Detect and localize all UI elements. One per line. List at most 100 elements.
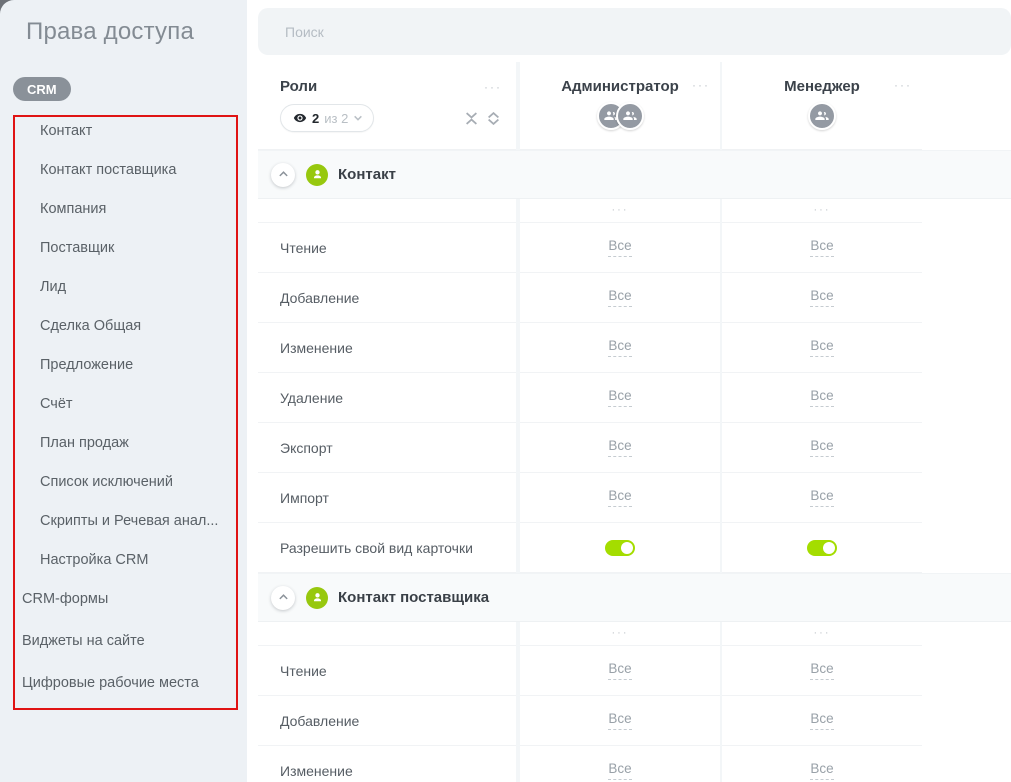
roles-header-cell: Роли ··· 2 из 2 (258, 62, 516, 150)
section-column-menu-cell: ··· (722, 622, 922, 646)
expand-all-button[interactable] (487, 112, 500, 125)
eye-icon (293, 111, 307, 125)
role-column-header: Администратор··· (520, 62, 720, 150)
page-title: Права доступа (26, 18, 194, 46)
section-title: Контакт (338, 166, 396, 183)
sidebar-item[interactable]: Настройка CRM (40, 552, 148, 568)
permission-toggle[interactable] (605, 540, 635, 556)
section-menu-spacer-cell (258, 199, 516, 223)
permission-value-link[interactable]: Все (608, 661, 631, 680)
section-menu-spacer-cell (258, 622, 516, 646)
permission-row: Импорт Все Все (258, 473, 922, 523)
permission-value-cell (722, 523, 922, 573)
crm-badge: CRM (13, 77, 71, 101)
permission-label: Удаление (258, 373, 516, 423)
permission-value-link[interactable]: Все (608, 438, 631, 457)
section-column-menu-button[interactable]: ··· (814, 628, 831, 639)
permissions-table: Роли ··· 2 из 2 (258, 62, 1011, 782)
section-column-menu-button[interactable]: ··· (612, 205, 629, 216)
sidebar-item[interactable]: Контакт поставщика (40, 162, 176, 178)
sidebar-item[interactable]: Виджеты на сайте (22, 633, 145, 649)
permission-value-cell: Все (520, 746, 720, 782)
permission-value-link[interactable]: Все (810, 338, 833, 357)
permission-toggle[interactable] (807, 540, 837, 556)
permission-value-link[interactable]: Все (608, 388, 631, 407)
permission-value-link[interactable]: Все (608, 761, 631, 780)
section-menu-row: ··· ··· (258, 199, 922, 223)
permission-value-link[interactable]: Все (608, 711, 631, 730)
permission-value-link[interactable]: Все (810, 661, 833, 680)
permission-value-cell: Все (520, 373, 720, 423)
sidebar-item[interactable]: Сделка Общая (40, 318, 141, 334)
sidebar-item[interactable]: Контакт (40, 123, 92, 139)
permission-row: Добавление Все Все (258, 273, 922, 323)
permission-label: Изменение (258, 323, 516, 373)
role-users-avatars[interactable] (808, 102, 836, 130)
permission-value-link[interactable]: Все (810, 711, 833, 730)
permission-value-link[interactable]: Все (608, 288, 631, 307)
permission-value-cell: Все (722, 223, 922, 273)
section-column-menu-cell: ··· (722, 199, 922, 223)
filter-count: 2 (312, 111, 319, 126)
permission-value-link[interactable]: Все (608, 238, 631, 257)
sidebar-item[interactable]: Поставщик (40, 240, 114, 256)
collapse-all-button[interactable] (465, 112, 478, 125)
sidebar-item[interactable]: CRM-формы (22, 591, 108, 607)
sidebar-item[interactable]: Скрипты и Речевая анал... (40, 513, 218, 529)
permission-value-link[interactable]: Все (810, 488, 833, 507)
permission-value-cell: Все (722, 423, 922, 473)
permission-label: Добавление (258, 273, 516, 323)
permission-label: Импорт (258, 473, 516, 523)
sidebar-item[interactable]: План продаж (40, 435, 129, 451)
permission-value-link[interactable]: Все (810, 288, 833, 307)
sidebar-item[interactable]: Компания (40, 201, 106, 217)
permission-label: Изменение (258, 746, 516, 782)
section-column-menu-button[interactable]: ··· (612, 628, 629, 639)
permission-value-cell (520, 523, 720, 573)
section-collapse-button[interactable] (271, 586, 295, 610)
users-avatar-icon (616, 102, 644, 130)
contact-avatar-icon (306, 587, 328, 609)
sidebar-item[interactable]: Предложение (40, 357, 133, 373)
permission-value-link[interactable]: Все (810, 388, 833, 407)
permission-label: Экспорт (258, 423, 516, 473)
role-users-avatars[interactable] (597, 102, 644, 130)
sidebar: Права доступа CRM Контакт Контакт поставщ… (0, 0, 247, 782)
role-menu-button[interactable]: ··· (692, 79, 710, 91)
permission-value-link[interactable]: Все (608, 488, 631, 507)
permission-row: Экспорт Все Все (258, 423, 922, 473)
permission-label: Разрешить свой вид карточки (258, 523, 516, 573)
chevron-down-icon (353, 113, 363, 123)
section-header: Контакт (258, 150, 1011, 199)
permission-value-cell: Все (722, 696, 922, 746)
permission-row: Разрешить свой вид карточки (258, 523, 922, 573)
permission-value-cell: Все (520, 696, 720, 746)
role-name: Менеджер (784, 78, 860, 95)
permission-row: Добавление Все Все (258, 696, 922, 746)
permission-value-link[interactable]: Все (810, 438, 833, 457)
permission-label: Добавление (258, 696, 516, 746)
filter-count-suffix: из 2 (324, 111, 348, 126)
section-column-menu-cell: ··· (520, 622, 720, 646)
sidebar-item[interactable]: Цифровые рабочие места (22, 675, 199, 691)
section-title: Контакт поставщика (338, 589, 489, 606)
permission-label: Чтение (258, 646, 516, 696)
section-menu-row: ··· ··· (258, 622, 922, 646)
roles-menu-button[interactable]: ··· (484, 81, 502, 93)
sidebar-item[interactable]: Счёт (40, 396, 73, 412)
search-input[interactable] (258, 8, 1011, 55)
roles-filter-chip[interactable]: 2 из 2 (280, 104, 374, 132)
role-menu-button[interactable]: ··· (894, 79, 912, 91)
permission-value-link[interactable]: Все (810, 238, 833, 257)
section-column-menu-button[interactable]: ··· (814, 205, 831, 216)
permission-row: Удаление Все Все (258, 373, 922, 423)
permission-value-link[interactable]: Все (608, 338, 631, 357)
section-header: Контакт поставщика (258, 573, 1011, 622)
section-collapse-button[interactable] (271, 163, 295, 187)
permission-value-link[interactable]: Все (810, 761, 833, 780)
permission-value-cell: Все (520, 646, 720, 696)
sidebar-item[interactable]: Список исключений (40, 474, 173, 490)
table-header-row: Роли ··· 2 из 2 (258, 62, 922, 150)
sidebar-item[interactable]: Лид (40, 279, 66, 295)
permission-row: Изменение Все Все (258, 746, 922, 782)
